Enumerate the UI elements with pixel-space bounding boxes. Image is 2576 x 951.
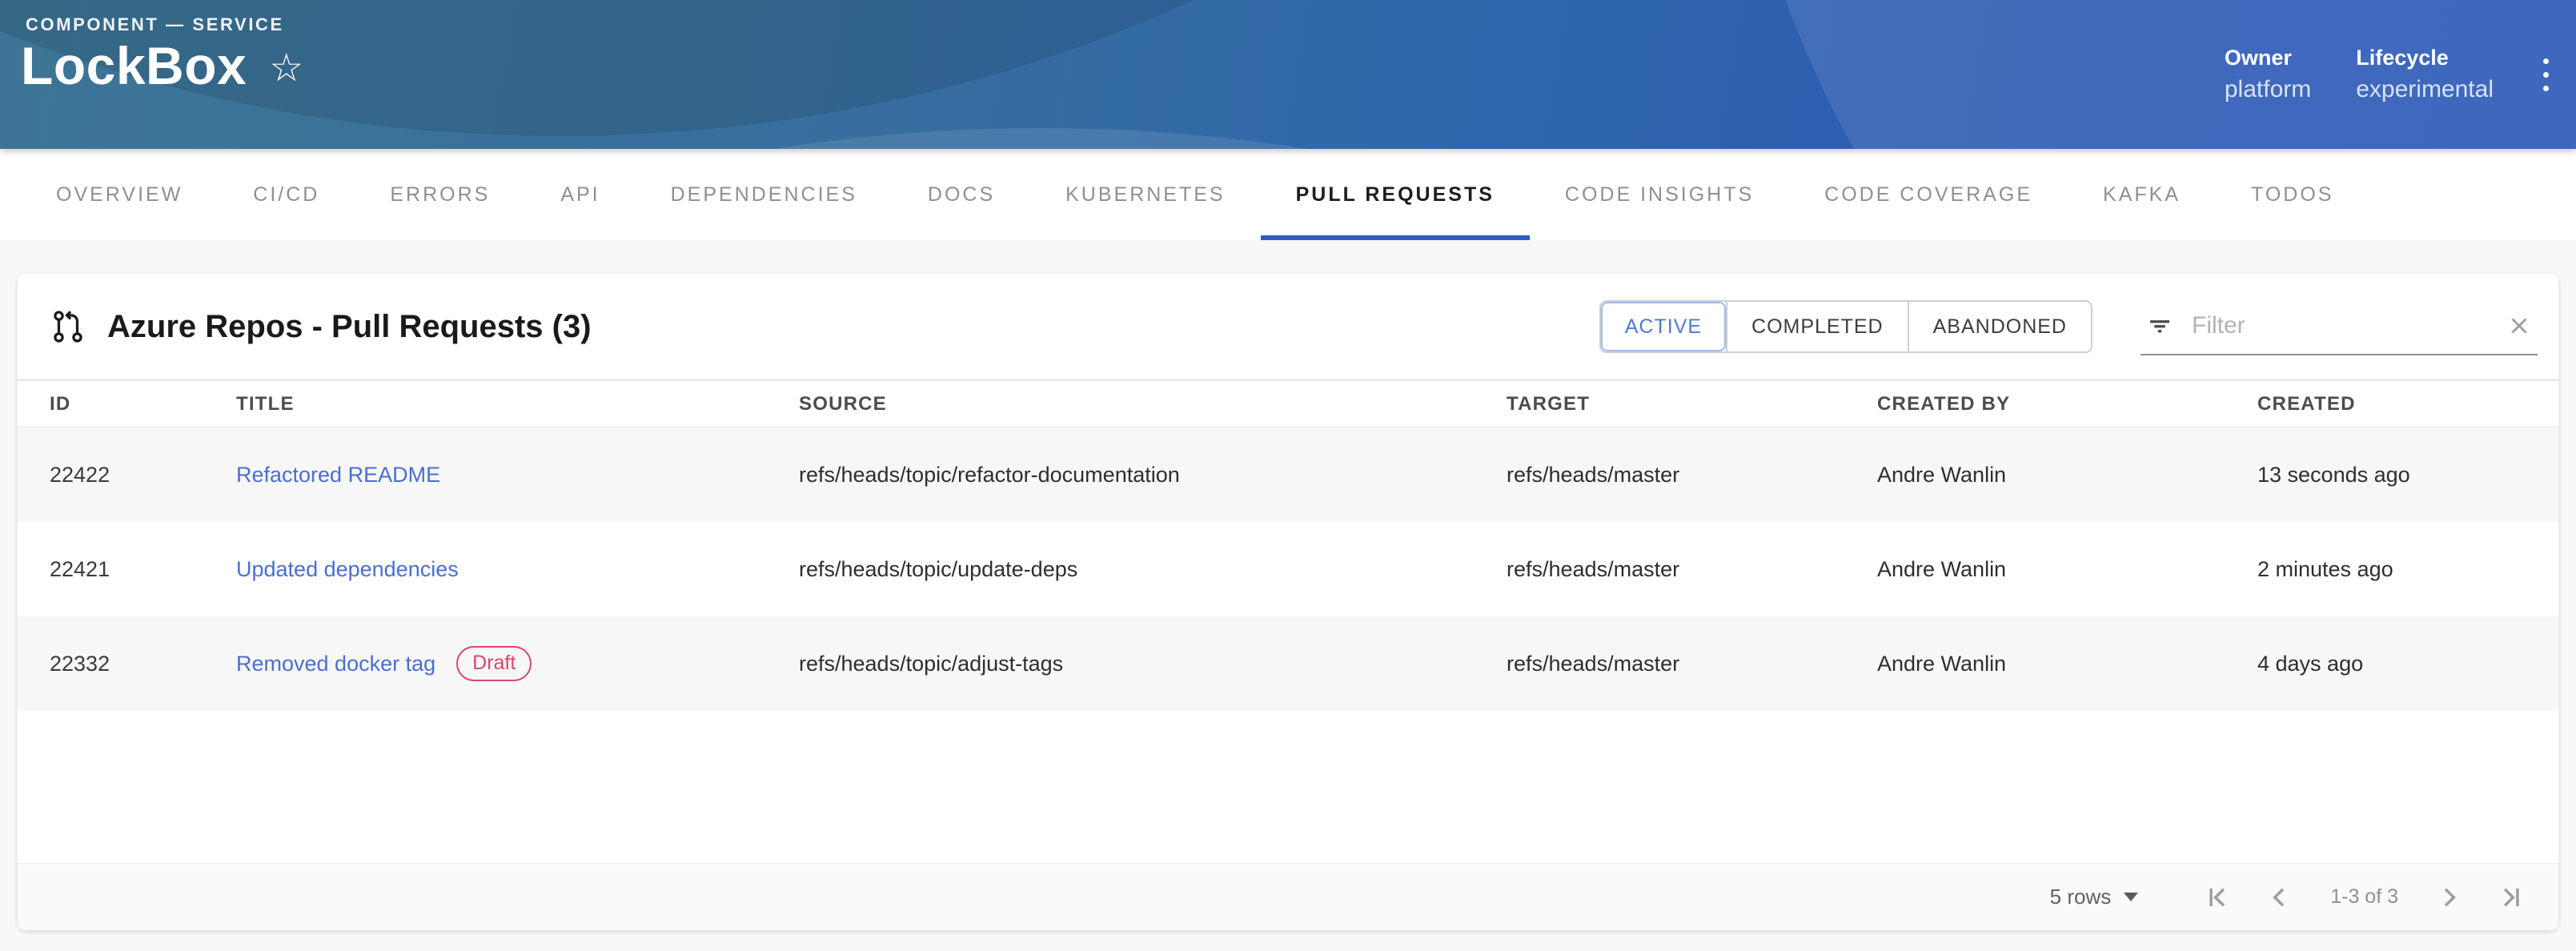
pull-requests-card: Azure Repos - Pull Requests (3) ACTIVE C… — [18, 274, 2558, 930]
pr-source-branch: refs/heads/topic/update-deps — [799, 557, 1507, 582]
pr-id: 22421 — [50, 557, 236, 582]
page-content: Azure Repos - Pull Requests (3) ACTIVE C… — [0, 240, 2576, 930]
owner-label: Owner — [2225, 46, 2311, 70]
pr-created-by: Andre Wanlin — [1877, 463, 2257, 488]
first-page-button[interactable] — [2186, 866, 2249, 929]
last-page-button[interactable] — [2480, 866, 2542, 929]
tab-code-insights[interactable]: CODE INSIGHTS — [1530, 149, 1789, 240]
filter-input[interactable] — [2192, 312, 2488, 339]
table-empty-space — [18, 711, 2558, 863]
owner-value: platform — [2225, 76, 2311, 103]
pr-target-branch: refs/heads/master — [1507, 557, 1877, 582]
pr-created-time: 4 days ago — [2257, 652, 2558, 676]
pr-id: 22422 — [50, 463, 236, 488]
pull-request-icon — [50, 308, 86, 345]
chevron-down-icon — [2124, 893, 2138, 901]
rows-per-page-value: 5 rows — [2050, 885, 2112, 909]
column-header-source: SOURCE — [799, 393, 1507, 415]
table-row: 22421 Updated dependencies refs/heads/to… — [18, 522, 2558, 616]
pagination-range: 1-3 of 3 — [2330, 885, 2398, 909]
tab-api[interactable]: API — [525, 149, 635, 240]
column-header-target: TARGET — [1507, 393, 1877, 415]
entity-header: COMPONENT — SERVICE LockBox ☆ Owner plat… — [0, 0, 2576, 149]
pr-title-link[interactable]: Removed docker tag — [236, 652, 435, 676]
column-header-created: CREATED — [2257, 393, 2558, 415]
pr-state-button-group: ACTIVE COMPLETED ABANDONED — [1599, 300, 2092, 353]
owner-meta: Owner platform — [2225, 46, 2311, 103]
lifecycle-label: Lifecycle — [2356, 46, 2494, 70]
next-page-button[interactable] — [2418, 866, 2480, 929]
pr-created-by: Andre Wanlin — [1877, 557, 2257, 582]
entity-tab-bar: OVERVIEW CI/CD ERRORS API DEPENDENCIES D… — [0, 149, 2576, 240]
pr-target-branch: refs/heads/master — [1507, 652, 1877, 676]
clear-filter-icon[interactable] — [2506, 312, 2533, 339]
column-header-title: TITLE — [236, 393, 799, 415]
tab-docs[interactable]: DOCS — [893, 149, 1030, 240]
pr-id: 22332 — [50, 652, 236, 676]
tab-pull-requests[interactable]: PULL REQUESTS — [1261, 149, 1530, 240]
tab-kafka[interactable]: KAFKA — [2068, 149, 2216, 240]
table-header-row: ID TITLE SOURCE TARGET CREATED BY CREATE… — [18, 381, 2558, 427]
pr-target-branch: refs/heads/master — [1507, 463, 1877, 488]
tab-overview[interactable]: OVERVIEW — [21, 149, 218, 240]
previous-page-button[interactable] — [2249, 866, 2311, 929]
lifecycle-meta: Lifecycle experimental — [2356, 46, 2494, 103]
tab-dependencies[interactable]: DEPENDENCIES — [636, 149, 893, 240]
pr-created-time: 2 minutes ago — [2257, 557, 2558, 582]
page-title: LockBox — [21, 35, 247, 96]
tab-kubernetes[interactable]: KUBERNETES — [1030, 149, 1260, 240]
rows-per-page-select[interactable]: 5 rows — [2050, 885, 2139, 909]
pr-source-branch: refs/heads/topic/adjust-tags — [799, 652, 1507, 676]
column-header-created-by: CREATED BY — [1877, 393, 2257, 415]
table-row: 22332 Removed docker tag Draft refs/head… — [18, 616, 2558, 711]
tab-code-coverage[interactable]: CODE COVERAGE — [1789, 149, 2068, 240]
filter-list-icon — [2145, 311, 2174, 340]
filter-field — [2141, 298, 2538, 355]
completed-filter-button[interactable]: COMPLETED — [1726, 302, 1908, 351]
tab-errors[interactable]: ERRORS — [355, 149, 525, 240]
pr-title-link[interactable]: Refactored README — [236, 463, 440, 488]
pr-source-branch: refs/heads/topic/refactor-documentation — [799, 463, 1507, 488]
lifecycle-value: experimental — [2356, 76, 2494, 103]
tab-ci-cd[interactable]: CI/CD — [218, 149, 355, 240]
breadcrumb: COMPONENT — SERVICE — [26, 14, 284, 35]
pr-created-by: Andre Wanlin — [1877, 652, 2257, 676]
abandoned-filter-button[interactable]: ABANDONED — [1908, 302, 2091, 351]
pr-created-time: 13 seconds ago — [2257, 463, 2558, 488]
kebab-menu-icon[interactable] — [2538, 50, 2554, 99]
active-filter-button[interactable]: ACTIVE — [1601, 302, 1726, 351]
table-row: 22422 Refactored README refs/heads/topic… — [18, 427, 2558, 522]
tab-todos[interactable]: TODOS — [2216, 149, 2369, 240]
column-header-id: ID — [50, 393, 236, 415]
favorite-star-icon[interactable]: ☆ — [269, 43, 303, 88]
draft-badge: Draft — [456, 646, 532, 681]
table-pagination-bar: 5 rows 1-3 of 3 — [18, 863, 2558, 930]
pr-title-link[interactable]: Updated dependencies — [236, 557, 459, 582]
card-title: Azure Repos - Pull Requests (3) — [107, 309, 592, 345]
